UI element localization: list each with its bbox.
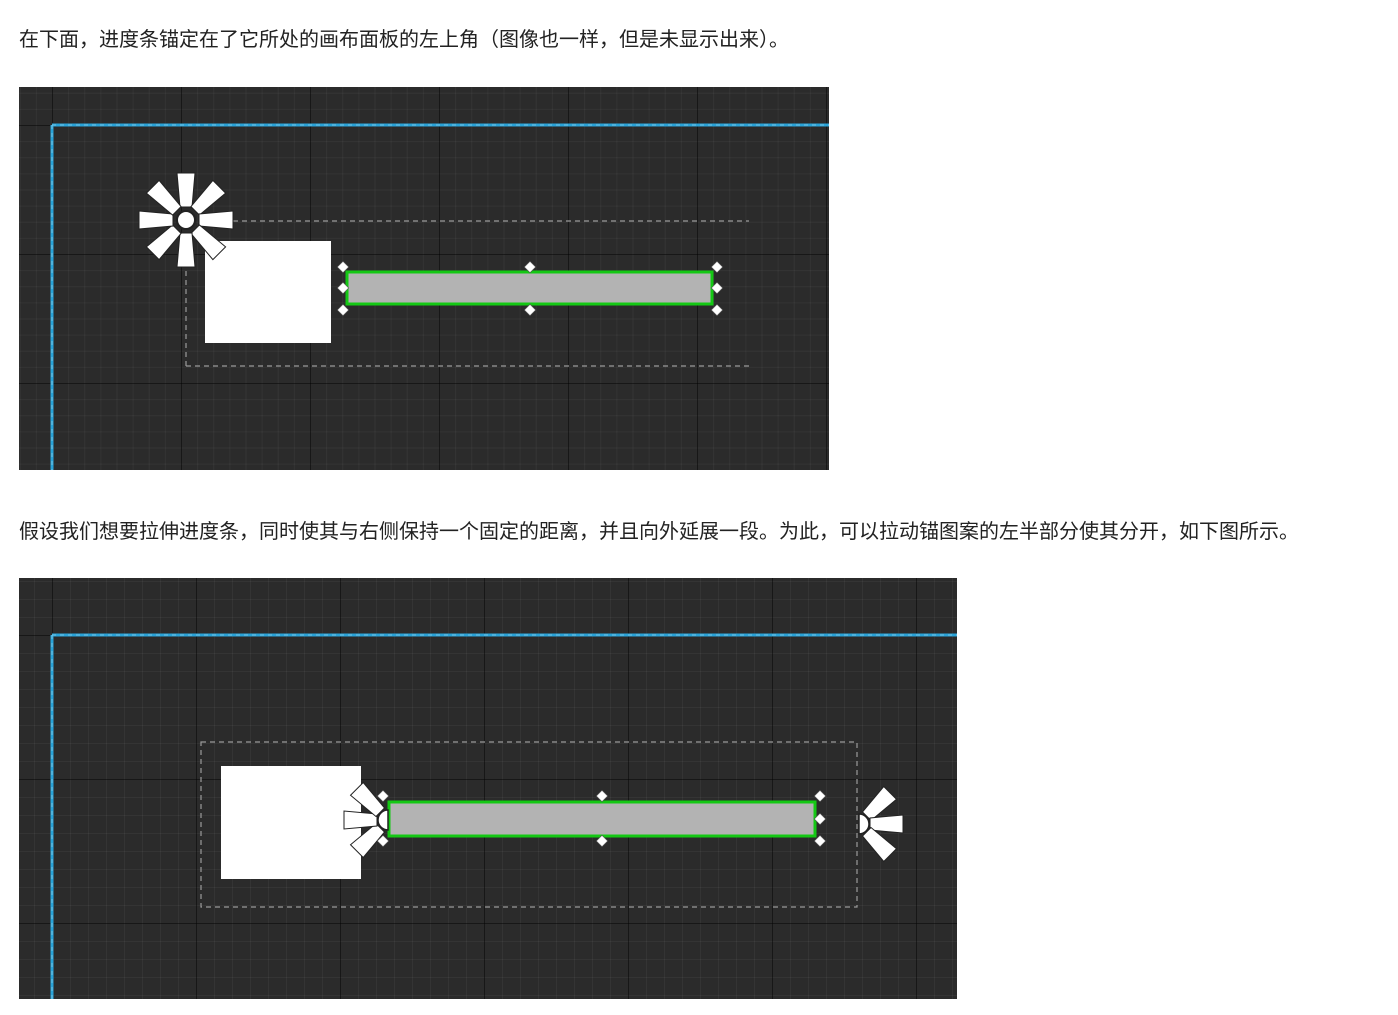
resize-handle[interactable] (813, 789, 827, 803)
resize-handle[interactable] (376, 789, 390, 803)
resize-handle[interactable] (523, 303, 537, 317)
resize-handle[interactable] (595, 789, 609, 803)
resize-handle[interactable] (336, 303, 350, 317)
image-widget[interactable] (205, 241, 331, 343)
intro-paragraph: 在下面，进度条锚定在了它所处的画布面板的左上角（图像也一样，但是未显示出来）。 (19, 27, 789, 51)
resize-handle[interactable] (710, 303, 724, 317)
canvas-figure-anchor-split (19, 578, 957, 999)
stretch-paragraph: 假设我们想要拉伸进度条，同时使其与右侧保持一个固定的距离，并且向外延展一段。为此… (19, 519, 1299, 543)
anchor-icon[interactable] (138, 172, 234, 268)
progress-bar-widget[interactable] (387, 800, 817, 838)
canvas-figure-anchored-top-left (19, 87, 829, 470)
canvas-editor-view (50, 123, 829, 470)
image-widget[interactable] (221, 766, 361, 879)
progress-bar-widget[interactable] (345, 270, 714, 306)
canvas-editor-view (50, 633, 957, 999)
anchor-right-half-icon[interactable] (858, 785, 904, 863)
